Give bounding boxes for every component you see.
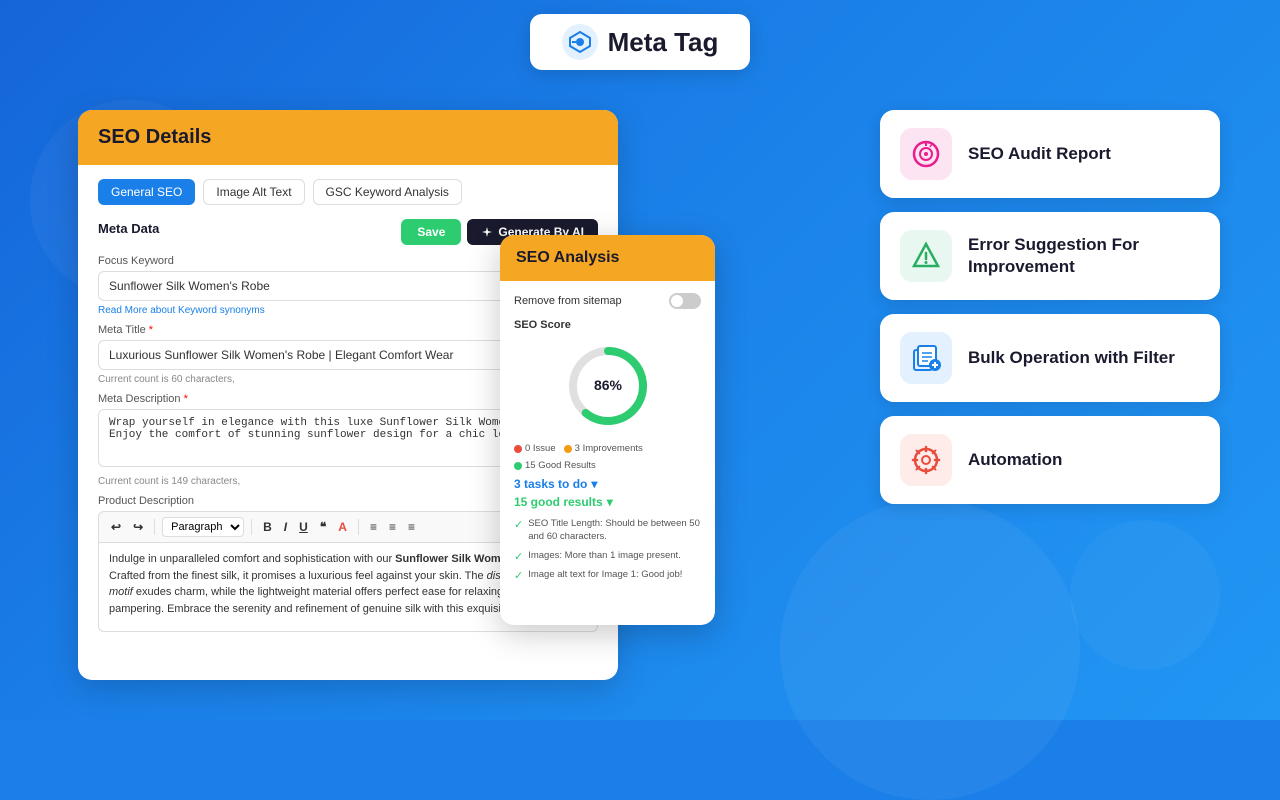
seo-analysis-title: SEO Analysis bbox=[516, 249, 619, 266]
result-text-1: SEO Title Length: Should be between 50 a… bbox=[528, 517, 701, 544]
svg-text:86%: 86% bbox=[593, 377, 622, 393]
align-center-button[interactable]: ≡ bbox=[385, 518, 400, 536]
check-icon-3: ✓ bbox=[514, 569, 523, 582]
result-item-2: ✓ Images: More than 1 image present. bbox=[514, 549, 701, 563]
deco-circle-1 bbox=[780, 500, 1080, 800]
automation-title: Automation bbox=[968, 449, 1062, 471]
good-results-dot bbox=[514, 462, 522, 470]
improvements-dot bbox=[564, 445, 572, 453]
tab-general-seo[interactable]: General SEO bbox=[98, 179, 195, 205]
result-item-1: ✓ SEO Title Length: Should be between 50… bbox=[514, 517, 701, 544]
donut-chart-svg: 86% bbox=[563, 341, 653, 431]
remove-sitemap-row: Remove from sitemap bbox=[514, 293, 701, 309]
meta-tag-logo-icon bbox=[562, 24, 598, 60]
paragraph-select[interactable]: Paragraph bbox=[162, 517, 244, 537]
toolbar-separator-2 bbox=[251, 519, 252, 535]
stat-improvements: 3 Improvements bbox=[564, 443, 643, 454]
issues-dot bbox=[514, 445, 522, 453]
header-title: Meta Tag bbox=[608, 27, 719, 58]
error-suggestion-icon-bg bbox=[900, 230, 952, 282]
seo-details-title: SEO Details bbox=[98, 126, 211, 148]
error-suggestion-title: Error Suggestion For Improvement bbox=[968, 234, 1200, 278]
tab-image-alt-text[interactable]: Image Alt Text bbox=[203, 179, 304, 205]
bulk-operation-title: Bulk Operation with Filter bbox=[968, 347, 1175, 369]
redo-button[interactable]: ↪ bbox=[129, 518, 147, 536]
stats-row: 0 Issue 3 Improvements bbox=[514, 443, 701, 454]
align-right-button[interactable]: ≡ bbox=[404, 518, 419, 536]
stat-issues: 0 Issue bbox=[514, 443, 556, 454]
underline-button[interactable]: U bbox=[295, 518, 312, 536]
bold-button[interactable]: B bbox=[259, 518, 276, 536]
header-inner: Meta Tag bbox=[530, 14, 751, 70]
bulk-operation-icon bbox=[909, 341, 943, 375]
tab-gsc-keyword[interactable]: GSC Keyword Analysis bbox=[313, 179, 462, 205]
seo-audit-title: SEO Audit Report bbox=[968, 143, 1111, 165]
remove-sitemap-label: Remove from sitemap bbox=[514, 295, 622, 307]
check-icon-2: ✓ bbox=[514, 550, 523, 563]
undo-button[interactable]: ↩ bbox=[107, 518, 125, 536]
tabs-container: General SEO Image Alt Text GSC Keyword A… bbox=[98, 179, 598, 205]
color-button[interactable]: A bbox=[334, 518, 351, 536]
result-text-2: Images: More than 1 image present. bbox=[528, 549, 681, 562]
tasks-todo[interactable]: 3 tasks to do ▾ bbox=[514, 477, 701, 491]
seo-audit-icon-bg bbox=[900, 128, 952, 180]
toolbar-separator-1 bbox=[154, 519, 155, 535]
stat-good-results: 15 Good Results bbox=[514, 460, 596, 471]
right-panel: SEO Audit Report Error Suggestion For Im… bbox=[880, 110, 1220, 504]
error-suggestion-icon bbox=[910, 240, 942, 272]
automation-icon bbox=[910, 444, 942, 476]
quote-button[interactable]: ❝ bbox=[316, 518, 330, 536]
feature-card-error-suggestion[interactable]: Error Suggestion For Improvement bbox=[880, 212, 1220, 300]
automation-icon-bg bbox=[900, 434, 952, 486]
good-results-toggle[interactable]: 15 good results ▾ bbox=[514, 495, 701, 509]
stats-row-2: 15 Good Results bbox=[514, 460, 701, 471]
sparkle-icon bbox=[481, 226, 493, 238]
toolbar-separator-3 bbox=[358, 519, 359, 535]
meta-data-label: Meta Data bbox=[98, 221, 159, 236]
seo-analysis-card: SEO Analysis Remove from sitemap SEO Sco… bbox=[500, 235, 715, 625]
feature-card-automation[interactable]: Automation bbox=[880, 416, 1220, 504]
seo-score-label: SEO Score bbox=[514, 319, 701, 331]
header: Meta Tag bbox=[0, 0, 1280, 80]
italic-button[interactable]: I bbox=[280, 518, 291, 536]
save-button[interactable]: Save bbox=[401, 219, 461, 245]
align-left-button[interactable]: ≡ bbox=[366, 518, 381, 536]
seo-audit-icon bbox=[910, 138, 942, 170]
check-icon-1: ✓ bbox=[514, 518, 523, 531]
remove-sitemap-toggle[interactable] bbox=[669, 293, 701, 309]
seo-score-donut: 86% bbox=[514, 341, 701, 431]
seo-details-header: SEO Details bbox=[78, 110, 618, 165]
seo-analysis-body: Remove from sitemap SEO Score 86% 0 Issu… bbox=[500, 281, 715, 599]
result-text-3: Image alt text for Image 1: Good job! bbox=[528, 568, 682, 581]
feature-card-bulk-operation[interactable]: Bulk Operation with Filter bbox=[880, 314, 1220, 402]
result-item-3: ✓ Image alt text for Image 1: Good job! bbox=[514, 568, 701, 582]
deco-circle-3 bbox=[1070, 520, 1220, 670]
bulk-operation-icon-bg bbox=[900, 332, 952, 384]
seo-analysis-header: SEO Analysis bbox=[500, 235, 715, 281]
feature-card-seo-audit[interactable]: SEO Audit Report bbox=[880, 110, 1220, 198]
